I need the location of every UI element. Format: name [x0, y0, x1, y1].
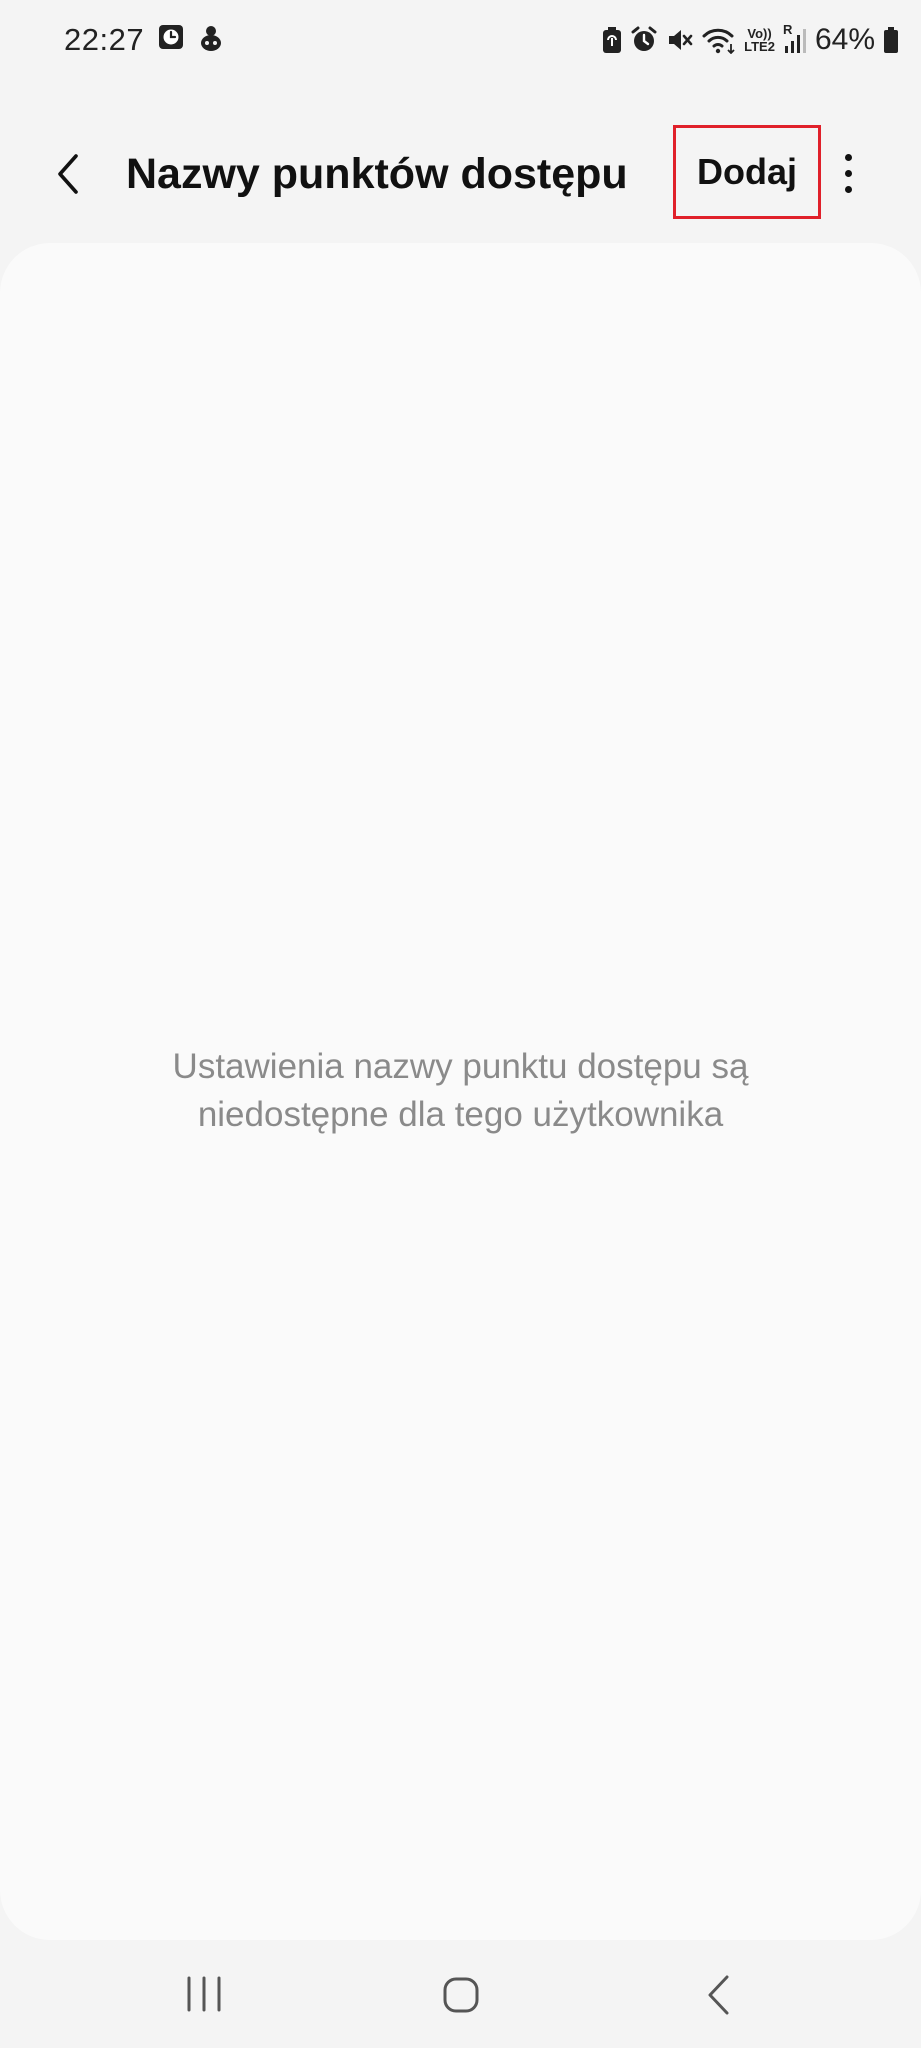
- home-button[interactable]: [434, 1970, 488, 2020]
- signal-icon: R: [783, 22, 807, 54]
- status-bar: 22:27 Vo)) LTE2 R 64%: [0, 0, 921, 84]
- alarm-icon: [630, 26, 658, 54]
- clock-app-icon: [158, 24, 184, 52]
- navigation-bar: [0, 1940, 921, 2048]
- home-icon: [443, 1977, 479, 2013]
- app-bar: Nazwy punktów dostępu Dodaj: [0, 100, 921, 250]
- notification-icon: [198, 24, 224, 52]
- empty-message-line-2: niedostępne dla tego użytkownika: [197, 1095, 724, 1134]
- status-left-icons: [158, 24, 224, 52]
- more-options-button[interactable]: [833, 148, 863, 200]
- empty-message-line-1: Ustawienia nazwy punktu dostępu są: [172, 1047, 749, 1086]
- mute-icon: [666, 26, 694, 54]
- roaming-indicator: R: [782, 22, 793, 37]
- more-vertical-icon: [845, 154, 852, 161]
- battery-saver-icon: [602, 26, 622, 54]
- back-button[interactable]: [44, 146, 92, 202]
- add-button[interactable]: Dodaj: [673, 125, 821, 219]
- empty-message: Ustawienia nazwy punktu dostępu są niedo…: [60, 1043, 861, 1139]
- volte-icon: Vo)) LTE2: [744, 27, 775, 53]
- back-icon: [708, 1975, 729, 2015]
- status-time: 22:27: [64, 22, 145, 57]
- more-vertical-icon-dot: [845, 186, 852, 193]
- wifi-icon: [702, 26, 736, 54]
- more-vertical-icon-dot: [845, 170, 852, 177]
- recents-button[interactable]: [176, 1970, 232, 2020]
- back-chevron-icon: [58, 154, 78, 194]
- battery-percent: 64%: [814, 23, 875, 56]
- content-card: Ustawienia nazwy punktu dostępu są niedo…: [0, 243, 921, 1940]
- status-right-icons: Vo)) LTE2 R 64%: [602, 20, 899, 60]
- volte-label-2: LTE2: [744, 39, 775, 54]
- battery-icon: [883, 26, 899, 54]
- page-title: Nazwy punktów dostępu: [126, 150, 628, 198]
- nav-back-button[interactable]: [690, 1970, 746, 2020]
- recents-icon: [187, 1976, 221, 2012]
